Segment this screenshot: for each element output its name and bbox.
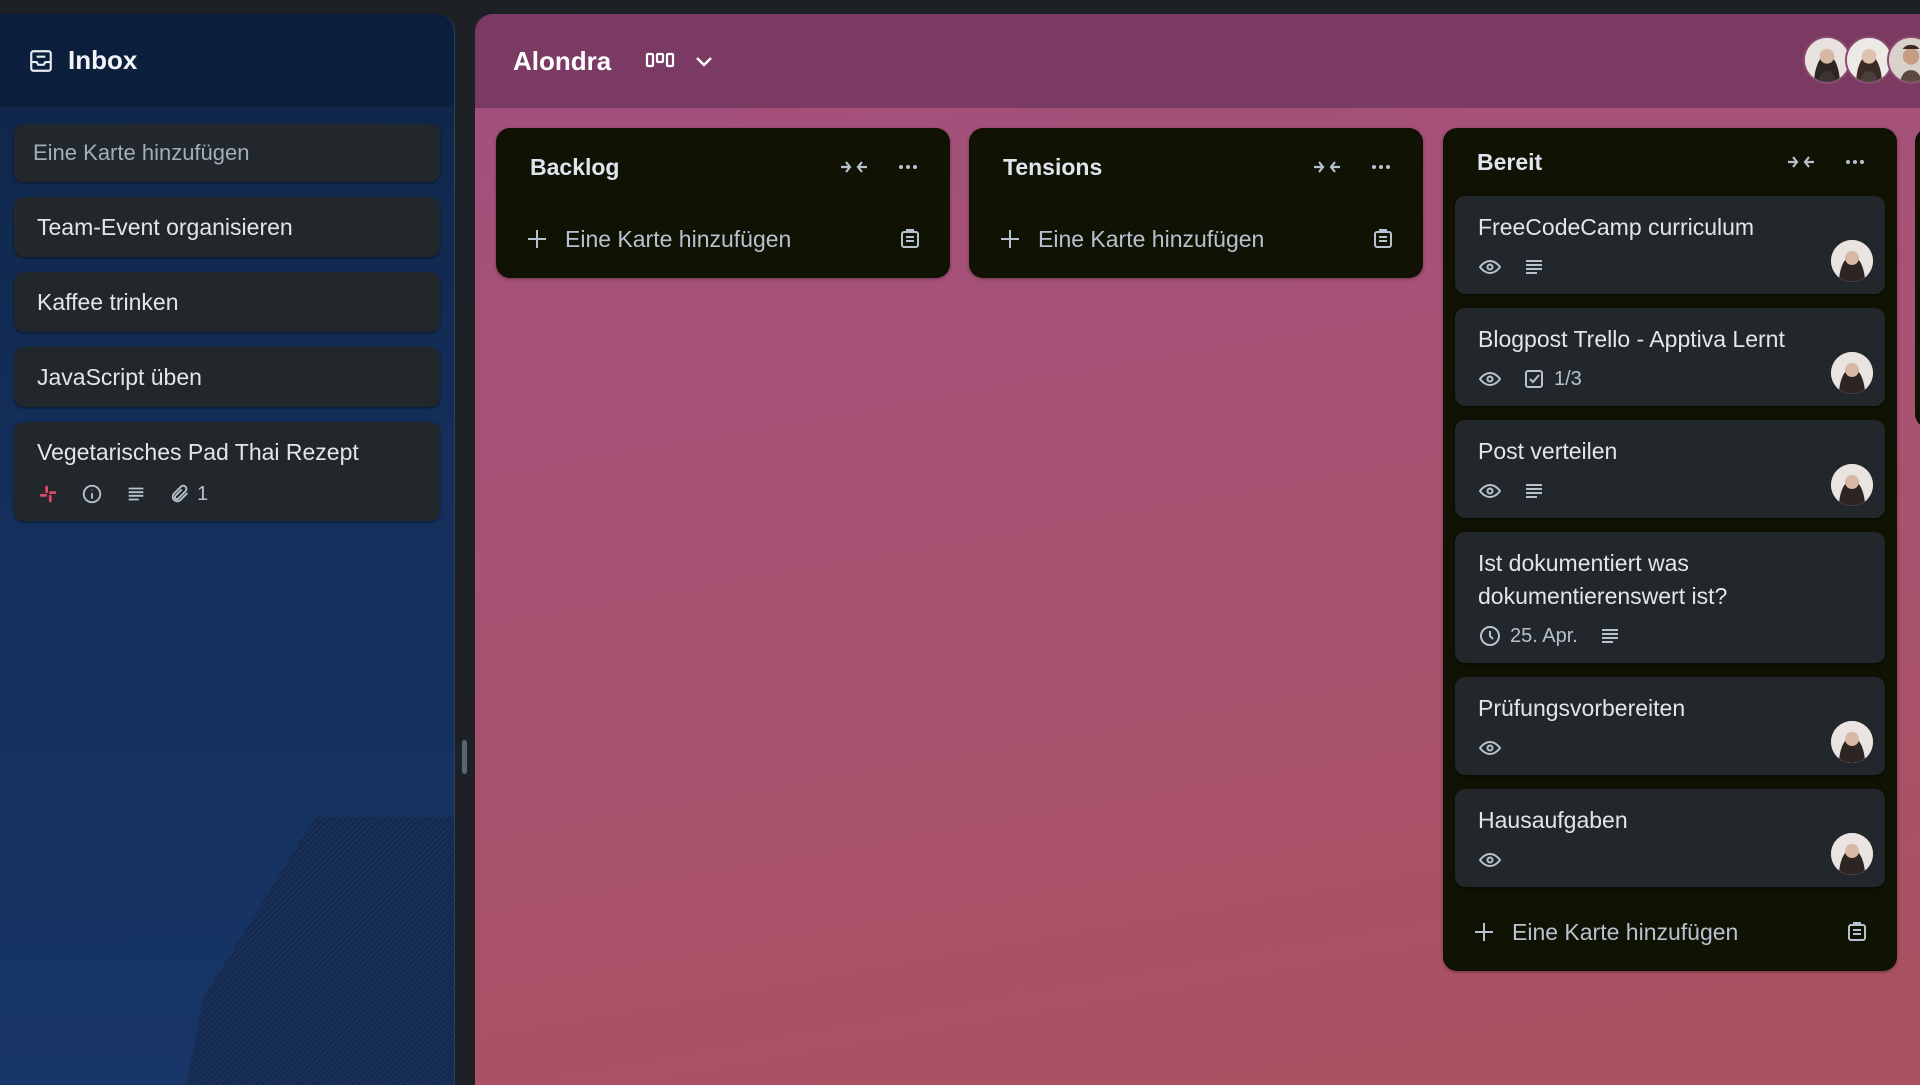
card-template-icon[interactable] [1371, 227, 1395, 251]
inbox-panel: Inbox Team-Event organisieren Kaffee tri… [0, 14, 455, 1085]
due-date: 25. Apr. [1510, 624, 1578, 647]
description-icon [1526, 260, 1542, 274]
card-title: Prüfungsvorbereiten [1478, 695, 1686, 721]
clock-icon [1480, 626, 1500, 646]
decorative-shape [180, 817, 454, 1085]
checklist-badge: 1/3 [1522, 367, 1582, 391]
due-date-badge: 25. Apr. [1478, 624, 1578, 648]
card-template-icon[interactable] [1845, 920, 1869, 944]
avatar[interactable] [1845, 36, 1893, 84]
card-template-icon[interactable] [898, 227, 922, 251]
list-bereit: Bereit FreeCodeCamp curriculum Blogpost … [1443, 128, 1897, 971]
avatar[interactable] [1887, 36, 1920, 84]
card-title: Post verteilen [1478, 438, 1618, 464]
card[interactable]: FreeCodeCamp curriculum [1455, 196, 1885, 294]
card-title: Team-Event organisieren [37, 214, 293, 240]
attachment-badge: 1 [169, 481, 208, 507]
inbox-icon [30, 49, 52, 72]
collapse-list-icon[interactable] [1785, 151, 1817, 173]
board-members [1803, 36, 1920, 84]
more-options-icon[interactable] [892, 156, 924, 178]
attachment-icon [171, 484, 188, 503]
list-title[interactable]: Tensions [1003, 154, 1102, 181]
watch-eye-icon [1478, 259, 1502, 275]
more-options-icon[interactable] [1839, 151, 1871, 173]
add-card-label: Eine Karte hinzufügen [1038, 225, 1265, 252]
card[interactable]: Post verteilen [1455, 420, 1885, 518]
collapse-list-icon[interactable] [1311, 156, 1343, 178]
add-card-label: Eine Karte hinzufügen [565, 225, 792, 252]
card-title: Ist dokumentiert was dokumentierenswert … [1478, 550, 1728, 609]
description-icon [1526, 484, 1542, 498]
inbox-card[interactable]: Kaffee trinken [14, 272, 440, 332]
card-title: JavaScript üben [37, 364, 202, 390]
inbox-card[interactable]: Team-Event organisieren [14, 197, 440, 257]
card[interactable]: Ist dokumentiert was dokumentierenswert … [1455, 532, 1885, 663]
inbox-title: Inbox [68, 45, 138, 75]
inbox-add-card-input[interactable] [14, 124, 440, 182]
top-strip [0, 0, 1920, 14]
card-member-avatar[interactable] [1831, 721, 1873, 763]
list-backlog: Backlog Eine Karte hinzufügen [496, 128, 950, 278]
description-icon [1601, 629, 1618, 643]
card-badges: 1 [37, 481, 417, 507]
checklist-progress: 1/3 [1554, 367, 1582, 390]
checklist-icon [1525, 370, 1543, 388]
card-title: Vegetarisches Pad Thai Rezept [37, 439, 359, 465]
plus-icon [1001, 230, 1019, 248]
card-member-avatar[interactable] [1831, 833, 1873, 875]
board-header: Alondra [475, 14, 1920, 108]
plus-icon [1475, 923, 1493, 941]
description-icon [125, 483, 147, 505]
chevron-down-icon [696, 57, 713, 67]
add-card-button[interactable]: Eine Karte hinzufügen [508, 206, 938, 272]
info-icon [81, 483, 103, 505]
list-title[interactable]: Bereit [1477, 149, 1542, 176]
card-title: Kaffee trinken [37, 289, 179, 315]
next-list-edge [1915, 128, 1920, 428]
avatar[interactable] [1803, 36, 1851, 84]
add-card-button[interactable]: Eine Karte hinzufügen [981, 206, 1411, 272]
inbox-card[interactable]: Vegetarisches Pad Thai Rezept 1 [14, 422, 440, 521]
watch-eye-icon [1478, 852, 1502, 868]
card-title: Blogpost Trello - Apptiva Lernt [1478, 326, 1785, 352]
card-member-avatar[interactable] [1831, 240, 1873, 282]
more-options-icon[interactable] [1365, 156, 1397, 178]
card-member-avatar[interactable] [1831, 352, 1873, 394]
attachment-count: 1 [197, 483, 209, 505]
board-title[interactable]: Alondra [513, 46, 611, 77]
plus-icon [528, 230, 546, 248]
slack-icon [37, 483, 59, 505]
inbox-card[interactable]: JavaScript üben [14, 347, 440, 407]
card[interactable]: Hausaufgaben [1455, 789, 1885, 887]
card[interactable]: Prüfungsvorbereiten [1455, 677, 1885, 775]
board: Alondra Backlog Eine Karte hinzufügen Te… [475, 14, 1920, 1085]
card-member-avatar[interactable] [1831, 464, 1873, 506]
board-view-icon [646, 52, 675, 68]
list-title[interactable]: Backlog [530, 154, 619, 181]
watch-eye-icon [1478, 483, 1502, 499]
card[interactable]: Blogpost Trello - Apptiva Lernt 1/3 [1455, 308, 1885, 406]
card-title: Hausaufgaben [1478, 807, 1628, 833]
board-view-switcher[interactable] [645, 49, 719, 73]
add-card-label: Eine Karte hinzufügen [1512, 918, 1739, 945]
watch-eye-icon [1478, 740, 1502, 756]
watch-eye-icon [1478, 371, 1502, 387]
collapse-list-icon[interactable] [838, 156, 870, 178]
list-tensions: Tensions Eine Karte hinzufügen [969, 128, 1423, 278]
add-card-button[interactable]: Eine Karte hinzufügen [1455, 901, 1885, 963]
card-title: FreeCodeCamp curriculum [1478, 214, 1755, 240]
inbox-header: Inbox [0, 14, 454, 108]
panel-resize-handle[interactable] [462, 740, 467, 774]
